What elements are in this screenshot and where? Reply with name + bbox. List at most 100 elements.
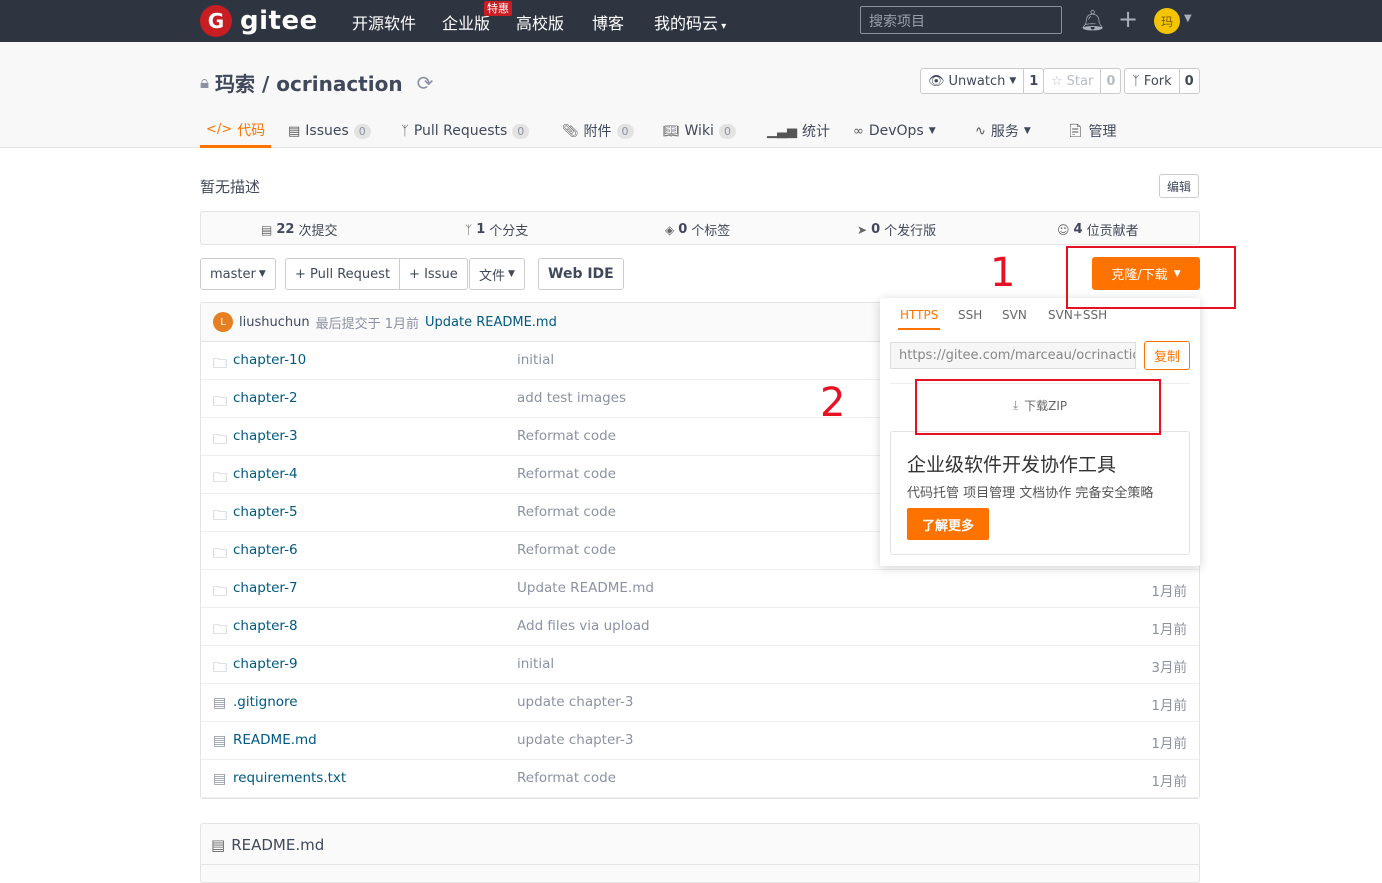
star-button[interactable]: ☆ Star 0 [1043,68,1122,94]
web-ide-button[interactable]: Web IDE [538,258,624,290]
star-count[interactable]: 0 [1100,69,1120,93]
stat-branches[interactable]: ᛉ 1 个分支 [465,220,528,239]
table-row[interactable]: ▤ README.md update chapter-3 1月前 [201,722,1199,760]
folder-icon: 🗀︎ [213,546,227,562]
stat-releases-num: 0 [871,222,881,237]
tab-stats[interactable]: ▁▃▅ 统计 [767,114,830,148]
tab-code[interactable]: </> 代码 [200,114,272,148]
file-commit-message[interactable]: Reformat code [517,428,616,444]
file-name[interactable]: chapter-6 [233,542,298,558]
file-icon: ▤ [211,836,226,854]
sync-icon[interactable]: ⟳ [417,71,434,95]
unwatch-button[interactable]: 👁︎ Unwatch ▼ 1 [920,68,1045,94]
commit-message[interactable]: Update README.md [425,315,557,330]
gitee-logo[interactable]: G gitee [200,5,318,37]
copy-button[interactable]: 复制 [1144,341,1190,370]
folder-icon: 🗀︎ [213,660,227,676]
chevron-down-icon[interactable]: ▼ [1184,13,1192,24]
tab-attachments-count: 0 [616,123,634,139]
tab-ssh[interactable]: SSH [958,308,982,322]
tab-svn[interactable]: SVN [1002,308,1027,322]
tab-issues[interactable]: ▤ Issues 0 [288,114,371,148]
plus-icon[interactable]: + [1118,5,1138,33]
tab-https[interactable]: HTTPS [898,308,941,330]
file-name[interactable]: chapter-10 [233,352,306,368]
file-commit-message[interactable]: Reformat code [517,504,616,520]
stat-releases[interactable]: ➤ 0 个发行版 [857,220,936,239]
learn-more-button[interactable]: 了解更多 [907,508,989,540]
commit-author[interactable]: liushuchun [239,315,310,330]
book-icon: 📖︎ [663,123,680,139]
tab-issues-label: Issues [305,123,349,139]
file-name[interactable]: chapter-4 [233,466,298,482]
unwatch-count[interactable]: 1 [1023,69,1043,93]
tab-wiki[interactable]: 📖︎ Wiki 0 [663,114,736,148]
tab-svn-ssh[interactable]: SVN+SSH [1048,308,1107,322]
tab-pull-requests[interactable]: ᛉ Pull Requests 0 [401,114,530,148]
nav-open-source[interactable]: 开源软件 [352,10,416,34]
avatar[interactable]: 玛 [1154,8,1180,34]
table-row[interactable]: 🗀︎ chapter-8 Add files via upload 1月前 [201,608,1199,646]
file-name[interactable]: .gitignore [233,694,298,710]
branch-select[interactable]: master ▼ [200,258,276,290]
file-commit-message[interactable]: Reformat code [517,466,616,482]
stat-branches-num: 1 [476,222,486,237]
file-commit-time: 1月前 [1151,584,1187,600]
stat-commits[interactable]: ▤ 22 次提交 [261,220,337,239]
file-commit-message[interactable]: update chapter-3 [517,694,633,710]
stat-contributors[interactable]: ☺ 4 位贡献者 [1057,220,1139,239]
file-commit-message[interactable]: Reformat code [517,770,616,786]
file-name[interactable]: requirements.txt [233,770,346,786]
stat-tags[interactable]: ◈ 0 个标签 [665,220,730,239]
readme-title: README.md [231,836,325,854]
tab-code-label: 代码 [237,122,266,139]
file-name[interactable]: chapter-9 [233,656,298,672]
clone-url-input[interactable]: https://gitee.com/marceau/ocrinaction [890,342,1136,369]
file-commit-message[interactable]: Add files via upload [517,618,650,634]
new-pull-request-button[interactable]: + Pull Request [286,259,399,289]
nav-enterprise[interactable]: 企业版 [442,10,490,34]
file-commit-message[interactable]: add test images [517,390,626,406]
tab-attachments[interactable]: 📎︎ 附件 0 [562,114,634,148]
file-name[interactable]: chapter-8 [233,618,298,634]
file-commit-message[interactable]: initial [517,352,554,368]
file-name[interactable]: chapter-3 [233,428,298,444]
stat-releases-text: 个发行版 [884,224,937,239]
stat-commits-num: 22 [276,222,295,237]
bell-icon[interactable]: 🔔︎ [1080,8,1105,32]
table-row[interactable]: 🗀︎ chapter-9 initial 3月前 [201,646,1199,684]
file-name[interactable]: chapter-5 [233,504,298,520]
tab-manage[interactable]: 📄︎ 管理 [1067,114,1117,148]
file-commit-message[interactable]: update chapter-3 [517,732,633,748]
file-commit-message[interactable]: initial [517,656,554,672]
infinity-icon: ∞ [853,123,864,139]
nav-blog[interactable]: 博客 [592,10,624,34]
tab-services[interactable]: ∿ 服务 ▼ [975,114,1031,148]
fork-count[interactable]: 0 [1178,69,1199,93]
project-title-link[interactable]: 玛索 / ocrinaction [215,68,403,97]
search-input[interactable]: 搜索项目 [860,6,1062,34]
tab-pr-count: 0 [512,123,530,139]
fork-button[interactable]: ᛉ Fork 0 [1124,68,1200,94]
stat-tags-num: 0 [678,222,688,237]
table-row[interactable]: 🗀︎ chapter-7 Update README.md 1月前 [201,570,1199,608]
enterprise-badge: 特惠 [484,1,512,16]
files-menu[interactable]: 文件 ▼ [469,258,525,290]
file-commit-message[interactable]: Reformat code [517,542,616,558]
nav-university[interactable]: 高校版 [516,10,564,34]
file-name[interactable]: chapter-7 [233,580,298,596]
avatar[interactable]: L [213,312,233,332]
edit-description-button[interactable]: 编辑 [1159,174,1200,198]
folder-icon: 🗀︎ [213,508,227,524]
pulse-icon: ∿ [975,123,986,139]
file-name[interactable]: chapter-2 [233,390,298,406]
nav-my-gitee[interactable]: 我的码云 ▾ [654,10,726,34]
file-name[interactable]: README.md [233,732,317,748]
table-row[interactable]: ▤ .gitignore update chapter-3 1月前 [201,684,1199,722]
people-icon: ☺ [1057,222,1070,237]
new-issue-button[interactable]: + Issue [399,259,467,289]
chevron-down-icon: ▼ [258,269,266,279]
file-commit-message[interactable]: Update README.md [517,580,654,596]
table-row[interactable]: ▤ requirements.txt Reformat code 1月前 [201,760,1199,798]
tab-devops[interactable]: ∞ DevOps ▼ [853,114,936,148]
